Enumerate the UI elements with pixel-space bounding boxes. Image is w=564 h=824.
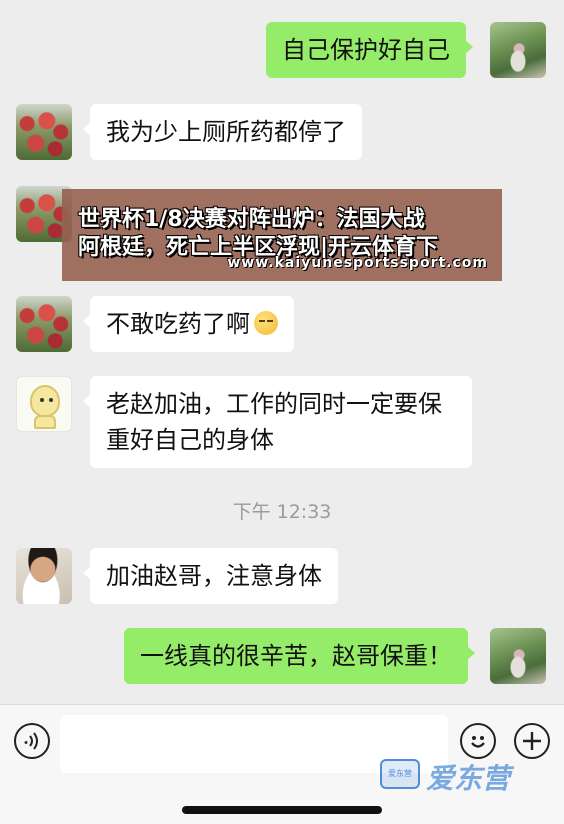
- cartoon-eye: [49, 398, 53, 402]
- emoji-button[interactable]: [460, 723, 496, 759]
- park-photo-avatar[interactable]: [490, 22, 546, 78]
- watermark-text: 爱东营: [426, 762, 511, 795]
- message-bubble-received[interactable]: 老赵加油，工作的同时一定要保 重好自己的身体: [83, 376, 472, 468]
- chat-area[interactable]: 自己保护好自己 我为少上厕所药都停了 不敢吃药了啊 老赵加油，工作的同时一定要保…: [0, 0, 564, 704]
- overlay-url: www.kaiyunesportssport.com: [227, 255, 488, 271]
- message-timestamp: 下午 12:33: [232, 501, 332, 523]
- message-text: 加油赵哥，注意身体: [106, 562, 322, 590]
- message-text: 自己保护好自己: [282, 36, 450, 64]
- emoji-icon: [471, 736, 485, 748]
- flowers-avatar[interactable]: [16, 104, 72, 160]
- cartoon-body: [34, 415, 56, 429]
- message-bubble-received[interactable]: 不敢吃药了啊: [83, 296, 294, 352]
- cartoon-avatar[interactable]: [16, 376, 72, 432]
- message-bubble-received[interactable]: 加油赵哥，注意身体: [83, 548, 338, 604]
- message-text-line2: 重好自己的身体: [106, 426, 274, 454]
- park-photo-avatar[interactable]: [490, 628, 546, 684]
- cartoon-head: [30, 385, 60, 417]
- message-bubble-sent[interactable]: 一线真的很辛苦，赵哥保重！: [124, 628, 475, 684]
- more-options-button[interactable]: [514, 723, 550, 759]
- input-bar: 爱东营 爱东营: [0, 704, 564, 824]
- message-text: 我为少上厕所药都停了: [106, 118, 346, 146]
- message-text: 不敢吃药了啊: [106, 310, 250, 338]
- message-text-line1: 老赵加油，工作的同时一定要保: [106, 390, 442, 418]
- home-indicator[interactable]: [182, 806, 382, 814]
- man-avatar[interactable]: [16, 548, 72, 604]
- message-bubble-received[interactable]: 我为少上厕所药都停了: [83, 104, 362, 160]
- voice-input-button[interactable]: [14, 723, 50, 759]
- cartoon-eye: [40, 398, 44, 402]
- voice-icon: [24, 732, 38, 750]
- message-bubble-sent[interactable]: 自己保护好自己: [266, 22, 473, 78]
- flowers-avatar[interactable]: [16, 296, 72, 352]
- sleepy-face-emoji-icon: [254, 311, 278, 335]
- watermark-logo-icon: 爱东营: [380, 759, 420, 789]
- headline-overlay-banner: 世界杯1/8决赛对阵出炉：法国大战 阿根廷，死亡上半区浮现|开云体育下 www.…: [62, 189, 502, 281]
- message-text: 一线真的很辛苦，赵哥保重！: [140, 642, 452, 670]
- plus-icon: [523, 732, 541, 750]
